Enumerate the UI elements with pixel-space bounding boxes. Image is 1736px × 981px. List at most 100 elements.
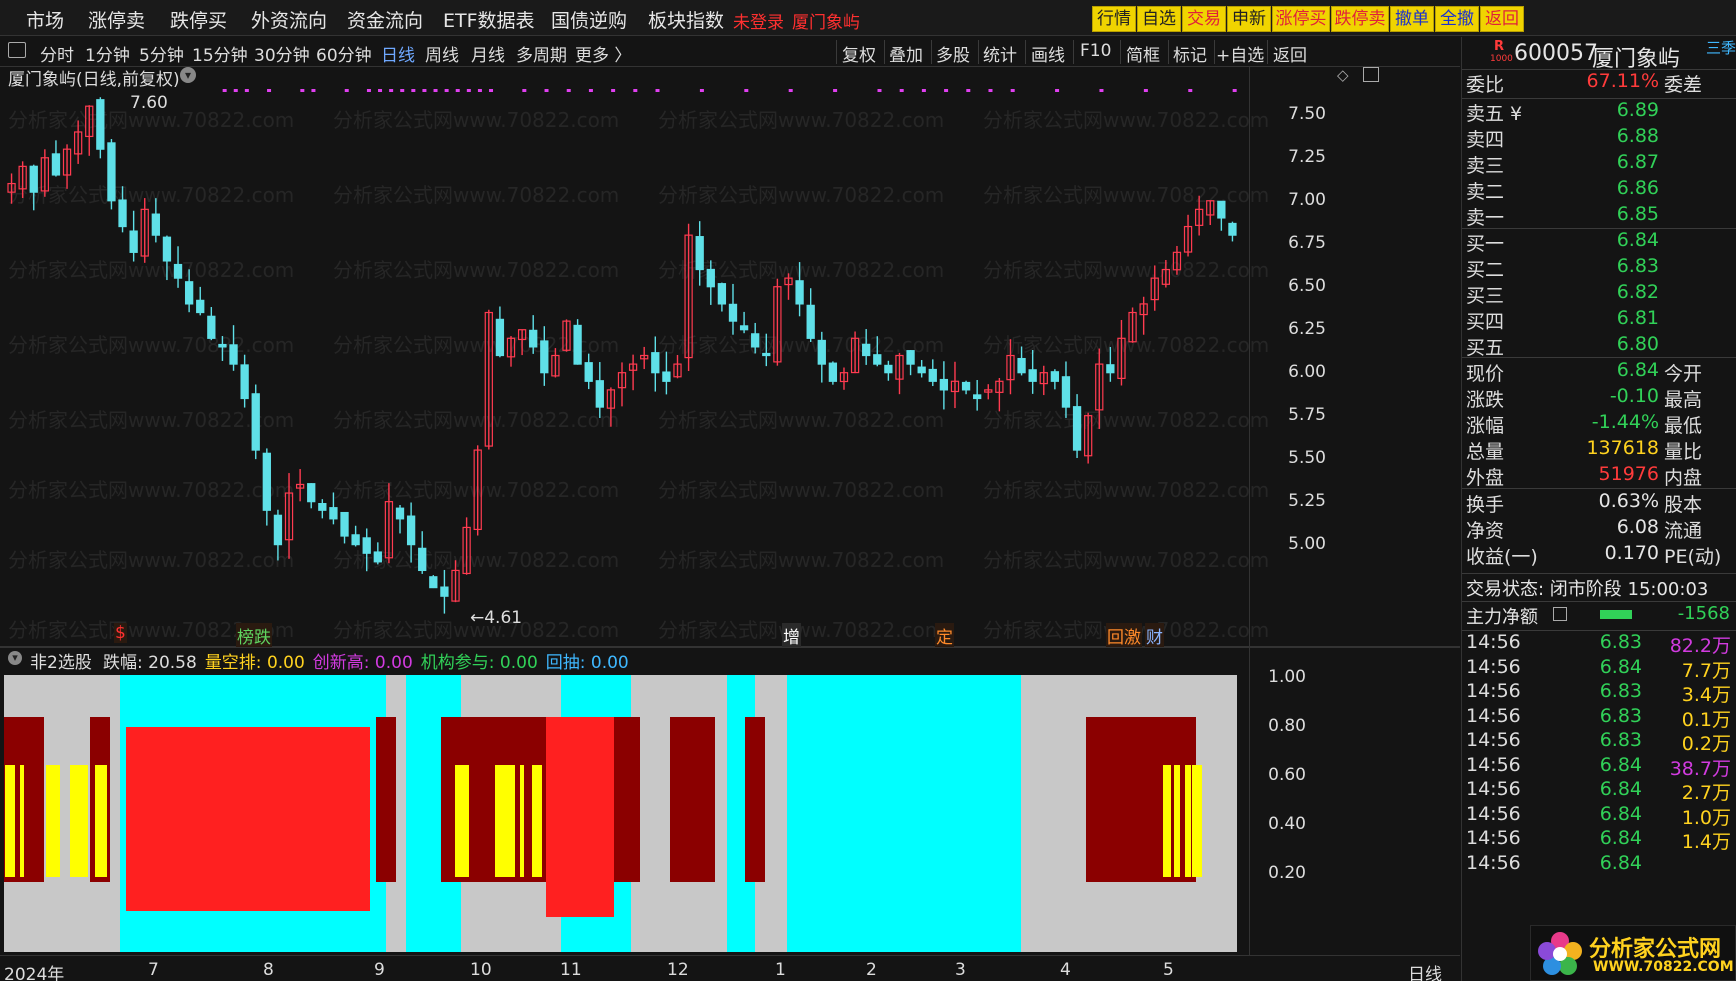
- menu-sector-index[interactable]: 板块指数: [648, 6, 724, 33]
- candle-body[interactable]: [151, 213, 160, 236]
- candle-body[interactable]: [751, 333, 760, 348]
- candle-body[interactable]: [817, 339, 826, 365]
- menu-capital-flow[interactable]: 资金流向: [347, 6, 423, 33]
- candle-body[interactable]: [695, 236, 704, 271]
- cancel-order-button[interactable]: 撤单: [1390, 6, 1434, 32]
- limit-up-buy-button[interactable]: 涨停买: [1272, 6, 1330, 32]
- candle-body[interactable]: [362, 537, 371, 554]
- trade-button[interactable]: 交易: [1182, 6, 1226, 32]
- tool-back[interactable]: 返回: [1273, 41, 1307, 66]
- candle-body[interactable]: [584, 362, 593, 382]
- tool-add-watchlist[interactable]: +自选: [1216, 41, 1264, 66]
- menu-foreign-flow[interactable]: 外资流向: [251, 6, 327, 33]
- candle-body[interactable]: [862, 343, 871, 357]
- candle-body[interactable]: [884, 364, 893, 374]
- candle-body[interactable]: [373, 551, 382, 563]
- period-5min[interactable]: 5分钟: [139, 41, 184, 66]
- price-chart-panel[interactable]: 分析家公式网www.70822.com 分析家公式网www.70822.com 分析…: [0, 67, 1460, 647]
- candle-body[interactable]: [961, 381, 971, 391]
- sell-level[interactable]: 卖五 ¥ 6.89: [1462, 99, 1736, 127]
- period-60min[interactable]: 60分钟: [316, 41, 372, 66]
- candle-body[interactable]: [196, 299, 205, 314]
- candle-body[interactable]: [218, 343, 227, 348]
- tick-row[interactable]: 14:56 6.83 0.1万: [1462, 705, 1736, 732]
- candle-body[interactable]: [429, 576, 438, 589]
- ipo-button[interactable]: 申新: [1227, 6, 1271, 32]
- candle-body[interactable]: [395, 507, 405, 520]
- candle-body[interactable]: [928, 368, 937, 382]
- sell-level[interactable]: 卖四 6.88: [1462, 125, 1736, 153]
- period-monthly[interactable]: 月线: [471, 41, 505, 66]
- candle-body[interactable]: [873, 354, 882, 365]
- candle-body[interactable]: [307, 483, 316, 503]
- candle-body[interactable]: [651, 352, 660, 374]
- login-status[interactable]: 未登录: [733, 8, 784, 33]
- period-15min[interactable]: 15分钟: [192, 41, 248, 66]
- back-button-top[interactable]: 返回: [1480, 6, 1524, 32]
- sell-level[interactable]: 卖三 6.87: [1462, 151, 1736, 179]
- period-1min[interactable]: 1分钟: [85, 41, 130, 66]
- buy-level[interactable]: 买一 6.84: [1462, 229, 1736, 257]
- candle-body[interactable]: [184, 281, 194, 305]
- tool-statistics[interactable]: 统计: [983, 41, 1017, 66]
- event-tag[interactable]: 财: [1145, 623, 1164, 647]
- tool-f10[interactable]: F10: [1080, 41, 1111, 61]
- candle-body[interactable]: [662, 371, 671, 382]
- candle-body[interactable]: [529, 329, 538, 348]
- candle-body[interactable]: [107, 142, 116, 202]
- candle-body[interactable]: [1028, 369, 1037, 382]
- candle-body[interactable]: [1061, 376, 1071, 408]
- tick-row[interactable]: 14:56 6.84: [1462, 852, 1736, 879]
- candle-body[interactable]: [828, 362, 838, 382]
- candle-body[interactable]: [939, 378, 949, 391]
- period-30min[interactable]: 30分钟: [254, 41, 310, 66]
- buy-level[interactable]: 买二 6.83: [1462, 255, 1736, 283]
- tick-row[interactable]: 14:56 6.84 1.4万: [1462, 827, 1736, 854]
- candle-body[interactable]: [240, 364, 249, 400]
- tick-row[interactable]: 14:56 6.84 2.7万: [1462, 778, 1736, 805]
- candle-body[interactable]: [906, 350, 915, 365]
- candle-body[interactable]: [406, 515, 416, 546]
- menu-reverse-repo[interactable]: 国债逆购: [551, 6, 627, 33]
- candle-body[interactable]: [1017, 357, 1026, 374]
- chevron-down-icon[interactable]: ▾: [180, 67, 196, 83]
- panel-toggle-icon[interactable]: [1363, 67, 1379, 82]
- watchlist-button[interactable]: 自选: [1137, 6, 1181, 32]
- candle-body[interactable]: [418, 547, 427, 572]
- candle-body[interactable]: [917, 366, 926, 374]
- candle-body[interactable]: [262, 452, 271, 511]
- candle-body[interactable]: [795, 280, 804, 305]
- candle-body[interactable]: [162, 236, 172, 262]
- menu-etf-table[interactable]: ETF数据表: [443, 6, 535, 33]
- diamond-icon[interactable]: ◇: [1337, 67, 1349, 84]
- event-tag[interactable]: 榜跌: [236, 623, 272, 647]
- candle-body[interactable]: [129, 230, 138, 253]
- tool-simple-frame[interactable]: 简框: [1126, 41, 1160, 66]
- tick-row[interactable]: 14:56 6.84 1.0万: [1462, 803, 1736, 830]
- candle-body[interactable]: [251, 393, 260, 451]
- candlestick-chart[interactable]: 分析家公式网www.70822.com 分析家公式网www.70822.com 分析…: [0, 67, 1460, 647]
- candle-body[interactable]: [1050, 371, 1060, 382]
- candle-body[interactable]: [351, 534, 360, 546]
- tick-row[interactable]: 14:56 6.83 0.2万: [1462, 729, 1736, 756]
- period-multi[interactable]: 多周期: [516, 41, 567, 66]
- candle-body[interactable]: [173, 263, 183, 279]
- candle-body[interactable]: [706, 268, 715, 288]
- candle-body[interactable]: [728, 303, 738, 322]
- candle-body[interactable]: [318, 503, 327, 511]
- candle-body[interactable]: [1106, 364, 1115, 374]
- buy-level[interactable]: 买三 6.82: [1462, 281, 1736, 309]
- candle-body[interactable]: [1072, 406, 1082, 451]
- buy-level[interactable]: 买四 6.81: [1462, 307, 1736, 335]
- sell-level[interactable]: 卖一 6.85: [1462, 203, 1736, 231]
- candle-body[interactable]: [29, 165, 38, 193]
- limit-down-sell-button[interactable]: 跌停卖: [1331, 6, 1389, 32]
- period-more[interactable]: 更多 〉: [575, 41, 631, 66]
- candle-body[interactable]: [717, 283, 727, 305]
- candle-body[interactable]: [207, 315, 216, 339]
- tool-draw[interactable]: 画线: [1031, 41, 1065, 66]
- tick-row[interactable]: 14:56 6.83 3.4万: [1462, 680, 1736, 707]
- event-tag[interactable]: 回激: [1106, 623, 1142, 647]
- menu-market[interactable]: 市场: [26, 6, 64, 33]
- candle-body[interactable]: [229, 344, 238, 365]
